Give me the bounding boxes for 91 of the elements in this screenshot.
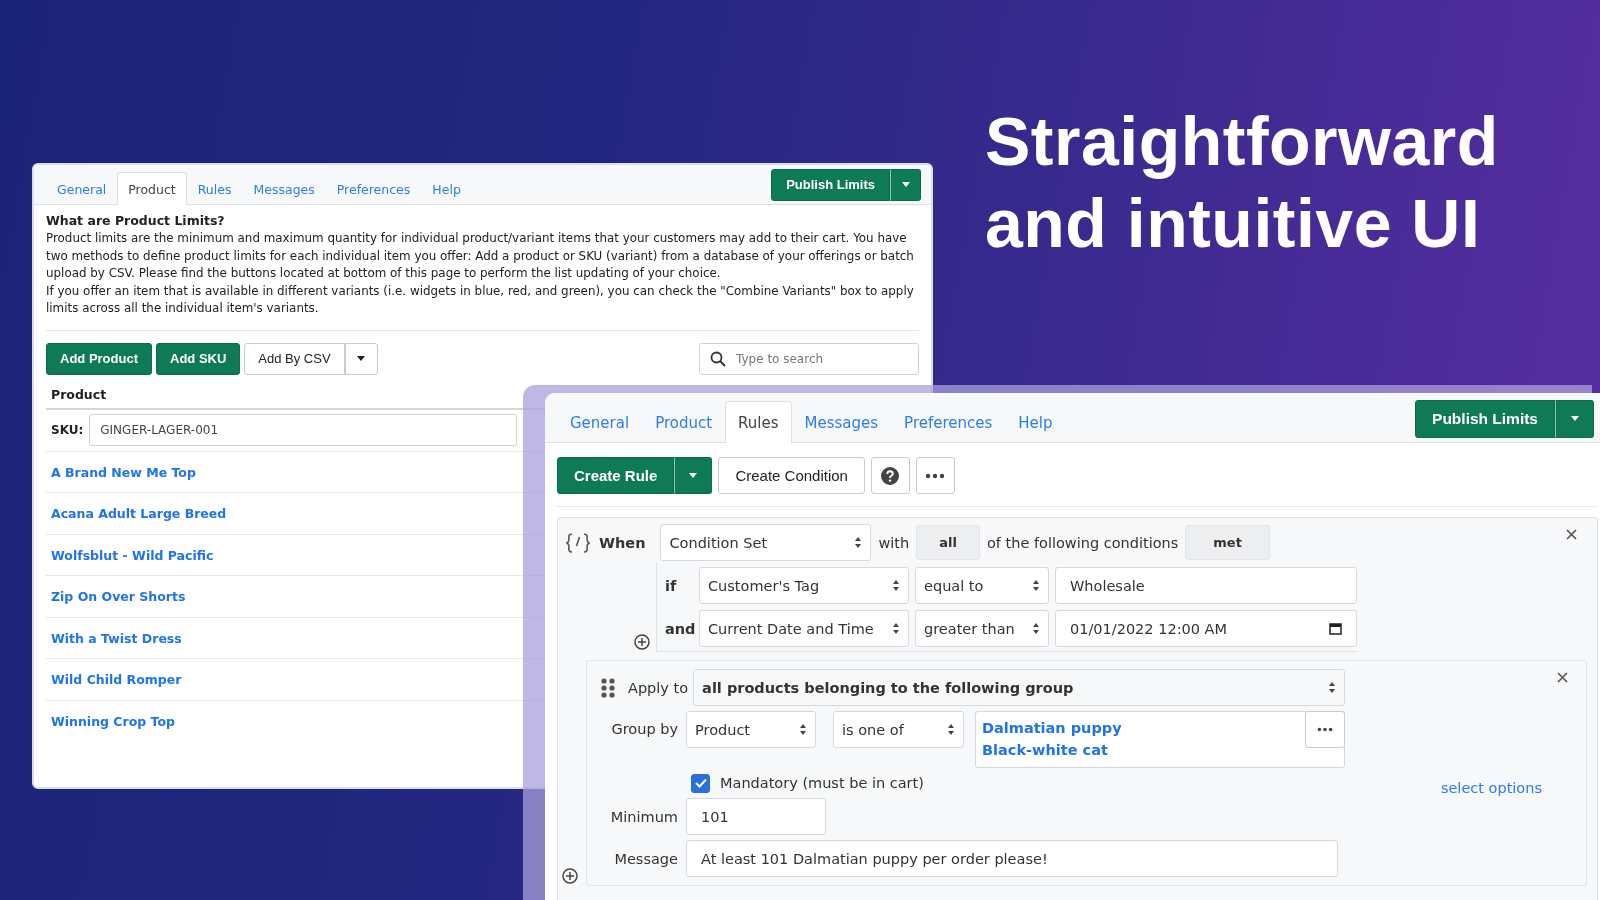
headline: Straightforward — [985, 102, 1499, 181]
select-field[interactable]: Condition Set — [660, 524, 872, 561]
message-field[interactable]: At least 101 Dalmatian puppy per order please! — [686, 840, 1338, 877]
updown-icon — [799, 723, 807, 736]
select-field[interactable]: Current Date and Time — [699, 610, 909, 647]
tab[interactable]: Rules — [186, 172, 243, 205]
updown-icon — [947, 723, 955, 736]
connector-label: and — [665, 620, 693, 637]
check-icon — [694, 778, 707, 788]
add-icon — [634, 634, 650, 650]
add-button[interactable]: Add By CSV — [244, 342, 345, 375]
dropdown-button[interactable] — [1555, 399, 1594, 438]
tab[interactable]: Preferences — [325, 172, 422, 205]
item-link[interactable]: Black-white cat — [982, 742, 1122, 758]
minimum-label: Minimum — [609, 808, 679, 825]
add-icon — [562, 868, 578, 884]
value-field[interactable]: Wholesale — [1055, 567, 1357, 604]
tab[interactable]: Help — [1005, 401, 1066, 443]
tab[interactable]: Messages — [242, 172, 326, 205]
search-field[interactable]: Type to search — [699, 342, 919, 375]
connector-label: if — [665, 577, 678, 594]
calendar-icon — [1329, 622, 1342, 635]
updown-icon — [892, 622, 900, 635]
product-link[interactable]: Acana Adult Large Breed — [51, 506, 227, 522]
paragraph: Product limits are the minimum and maximum quantity for individual product/variant items that your customers may add to their cart. You have two methods to define product limits for each individual item you offer: Add a product or SKU (variant) from a database of your offerings or batch upload by CSV. Please find the buttons located at bottom of this page to perform the list updating of your choice. — [46, 230, 915, 283]
product-link[interactable]: With a Twist Dress — [51, 630, 182, 646]
help-button[interactable] — [870, 457, 910, 494]
product-link[interactable]: Wild Child Romper — [51, 672, 182, 688]
paragraph: If you offer an item that is available in different variants (i.e. widgets in blue, red, and green), you can check the "Combine Variants" box to apply limits across all the individual item's variants. — [46, 282, 915, 318]
more-icon — [1317, 727, 1333, 732]
item-link[interactable]: Dalmatian puppy — [982, 720, 1122, 736]
add-button[interactable]: Add Product — [46, 342, 152, 375]
dropdown-button[interactable] — [674, 457, 713, 494]
value-field[interactable]: 01/01/2022 12:00 AM — [1055, 610, 1357, 647]
state-field[interactable]: met — [1185, 525, 1270, 560]
select-field[interactable]: Customer's Tag — [699, 567, 909, 604]
drag-handle-icon — [601, 677, 615, 698]
more-button[interactable] — [915, 457, 955, 494]
tab[interactable]: Rules — [725, 401, 792, 443]
select-options-link[interactable]: select options — [1440, 780, 1542, 796]
select-field[interactable]: all products belonging to the following group — [693, 669, 1346, 706]
product-link[interactable]: A Brand New Me Top — [51, 464, 196, 480]
publish-button[interactable]: Publish Limits — [1415, 399, 1555, 438]
minimum-field[interactable]: 101 — [686, 798, 826, 835]
conditions-label: of the following conditions — [986, 534, 1179, 551]
select-field[interactable]: equal to — [915, 567, 1049, 604]
checkbox[interactable] — [691, 773, 710, 793]
column-header: Product — [51, 386, 107, 402]
add-button[interactable]: Add SKU — [156, 342, 241, 375]
caret-icon — [356, 355, 367, 363]
sku-field[interactable]: GINGER-LAGER-001 — [89, 414, 518, 447]
caret-icon — [1569, 415, 1580, 422]
dropdown-button[interactable] — [890, 168, 921, 201]
sku-label: SKU: — [51, 423, 84, 438]
select-field[interactable]: is one of — [833, 711, 964, 748]
when-label: When — [599, 534, 646, 551]
product-link[interactable]: Winning Crop Top — [51, 714, 175, 730]
message-label: Message — [613, 850, 679, 867]
group-label: Group by — [610, 720, 679, 737]
caret-icon — [900, 181, 911, 188]
close-icon — [1557, 672, 1568, 683]
tab[interactable]: Product — [117, 172, 187, 205]
with-label: with — [878, 534, 910, 551]
create-rule-button[interactable]: Create Rule — [557, 457, 675, 494]
checkbox-label: Mandatory (must be in cart) — [720, 775, 924, 791]
updown-icon — [1032, 579, 1040, 592]
quantifier-field[interactable]: all — [916, 525, 980, 560]
apply-label: Apply to — [628, 679, 689, 696]
tab[interactable]: Help — [421, 172, 472, 205]
caret-icon — [688, 472, 699, 479]
publish-button[interactable]: Publish Limits — [771, 168, 890, 201]
create-condition-button[interactable]: Create Condition — [718, 457, 865, 494]
tab[interactable]: General — [557, 401, 643, 443]
help-icon — [881, 466, 900, 485]
updown-icon — [1328, 681, 1337, 694]
tab[interactable]: Product — [642, 401, 726, 443]
product-link[interactable]: Wolfsblut - Wild Pacific — [51, 547, 214, 563]
updown-icon — [854, 536, 863, 549]
intro-title: What are Product Limits? — [46, 213, 226, 228]
tab[interactable]: General — [46, 172, 118, 205]
code-icon — [566, 532, 590, 553]
tab[interactable]: Preferences — [891, 401, 1006, 443]
more-icon — [925, 472, 946, 479]
select-field[interactable]: Product — [686, 711, 816, 748]
close-icon — [1566, 529, 1577, 540]
headline: and intuitive UI — [985, 184, 1482, 263]
product-link[interactable]: Zip On Over Shorts — [51, 589, 186, 605]
updown-icon — [1032, 622, 1040, 635]
updown-icon — [892, 579, 900, 592]
tab[interactable]: Messages — [791, 401, 892, 443]
select-field[interactable]: greater than — [915, 610, 1049, 647]
